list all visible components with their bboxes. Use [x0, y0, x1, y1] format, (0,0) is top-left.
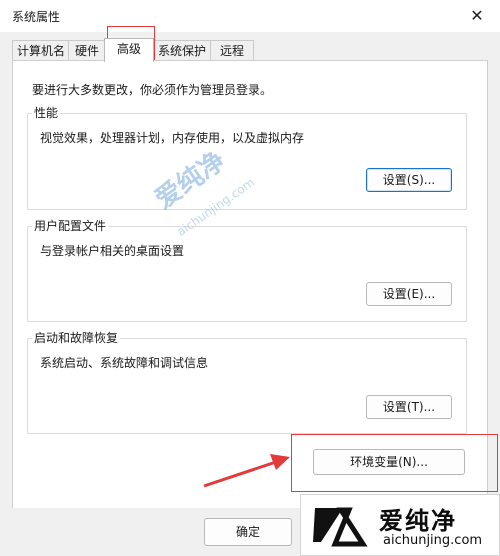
tab-hardware[interactable]: 硬件 — [68, 40, 106, 61]
tab-remote[interactable]: 远程 — [210, 40, 254, 61]
startup-recovery-settings-button[interactable]: 设置(T)... — [366, 395, 452, 419]
performance-description: 视觉效果，处理器计划，内存使用，以及虚拟内存 — [40, 131, 305, 145]
tab-computer-name[interactable]: 计算机名 — [12, 40, 70, 61]
tab-advanced[interactable]: 高级 — [104, 38, 154, 62]
close-icon[interactable]: ✕ — [454, 0, 500, 32]
system-properties-window: 系统属性 ✕ 计算机名 硬件 高级 系统保护 远程 要进行大多数更改，你必须作为… — [0, 0, 500, 556]
logo-text: 爱纯净 — [379, 507, 457, 535]
ok-button[interactable]: 确定 — [204, 518, 292, 546]
logo-url: aichunjing.com — [383, 533, 483, 548]
window-title: 系统属性 — [12, 10, 61, 24]
title-bar: 系统属性 ✕ — [0, 0, 500, 32]
performance-settings-button[interactable]: 设置(S)... — [366, 168, 452, 192]
user-profiles-settings-button[interactable]: 设置(E)... — [366, 282, 452, 306]
tab-system-protection[interactable]: 系统保护 — [152, 40, 212, 61]
aichunjing-logo-icon — [313, 507, 368, 547]
performance-group-label: 性能 — [32, 104, 61, 121]
aichunjing-logo: 爱纯净 aichunjing.com — [300, 494, 500, 556]
startup-recovery-group-label: 启动和故障恢复 — [32, 329, 121, 346]
startup-recovery-group — [27, 338, 467, 434]
performance-group — [27, 113, 467, 210]
user-profiles-description: 与登录帐户相关的桌面设置 — [40, 244, 185, 258]
user-profiles-group-label: 用户配置文件 — [32, 217, 109, 234]
annotation-highlight-env-button — [291, 434, 498, 492]
user-profiles-group — [27, 226, 467, 322]
startup-recovery-description: 系统启动、系统故障和调试信息 — [40, 356, 209, 370]
red-arrow-icon — [203, 454, 290, 488]
admin-notice: 要进行大多数更改，你必须作为管理员登录。 — [32, 83, 273, 97]
